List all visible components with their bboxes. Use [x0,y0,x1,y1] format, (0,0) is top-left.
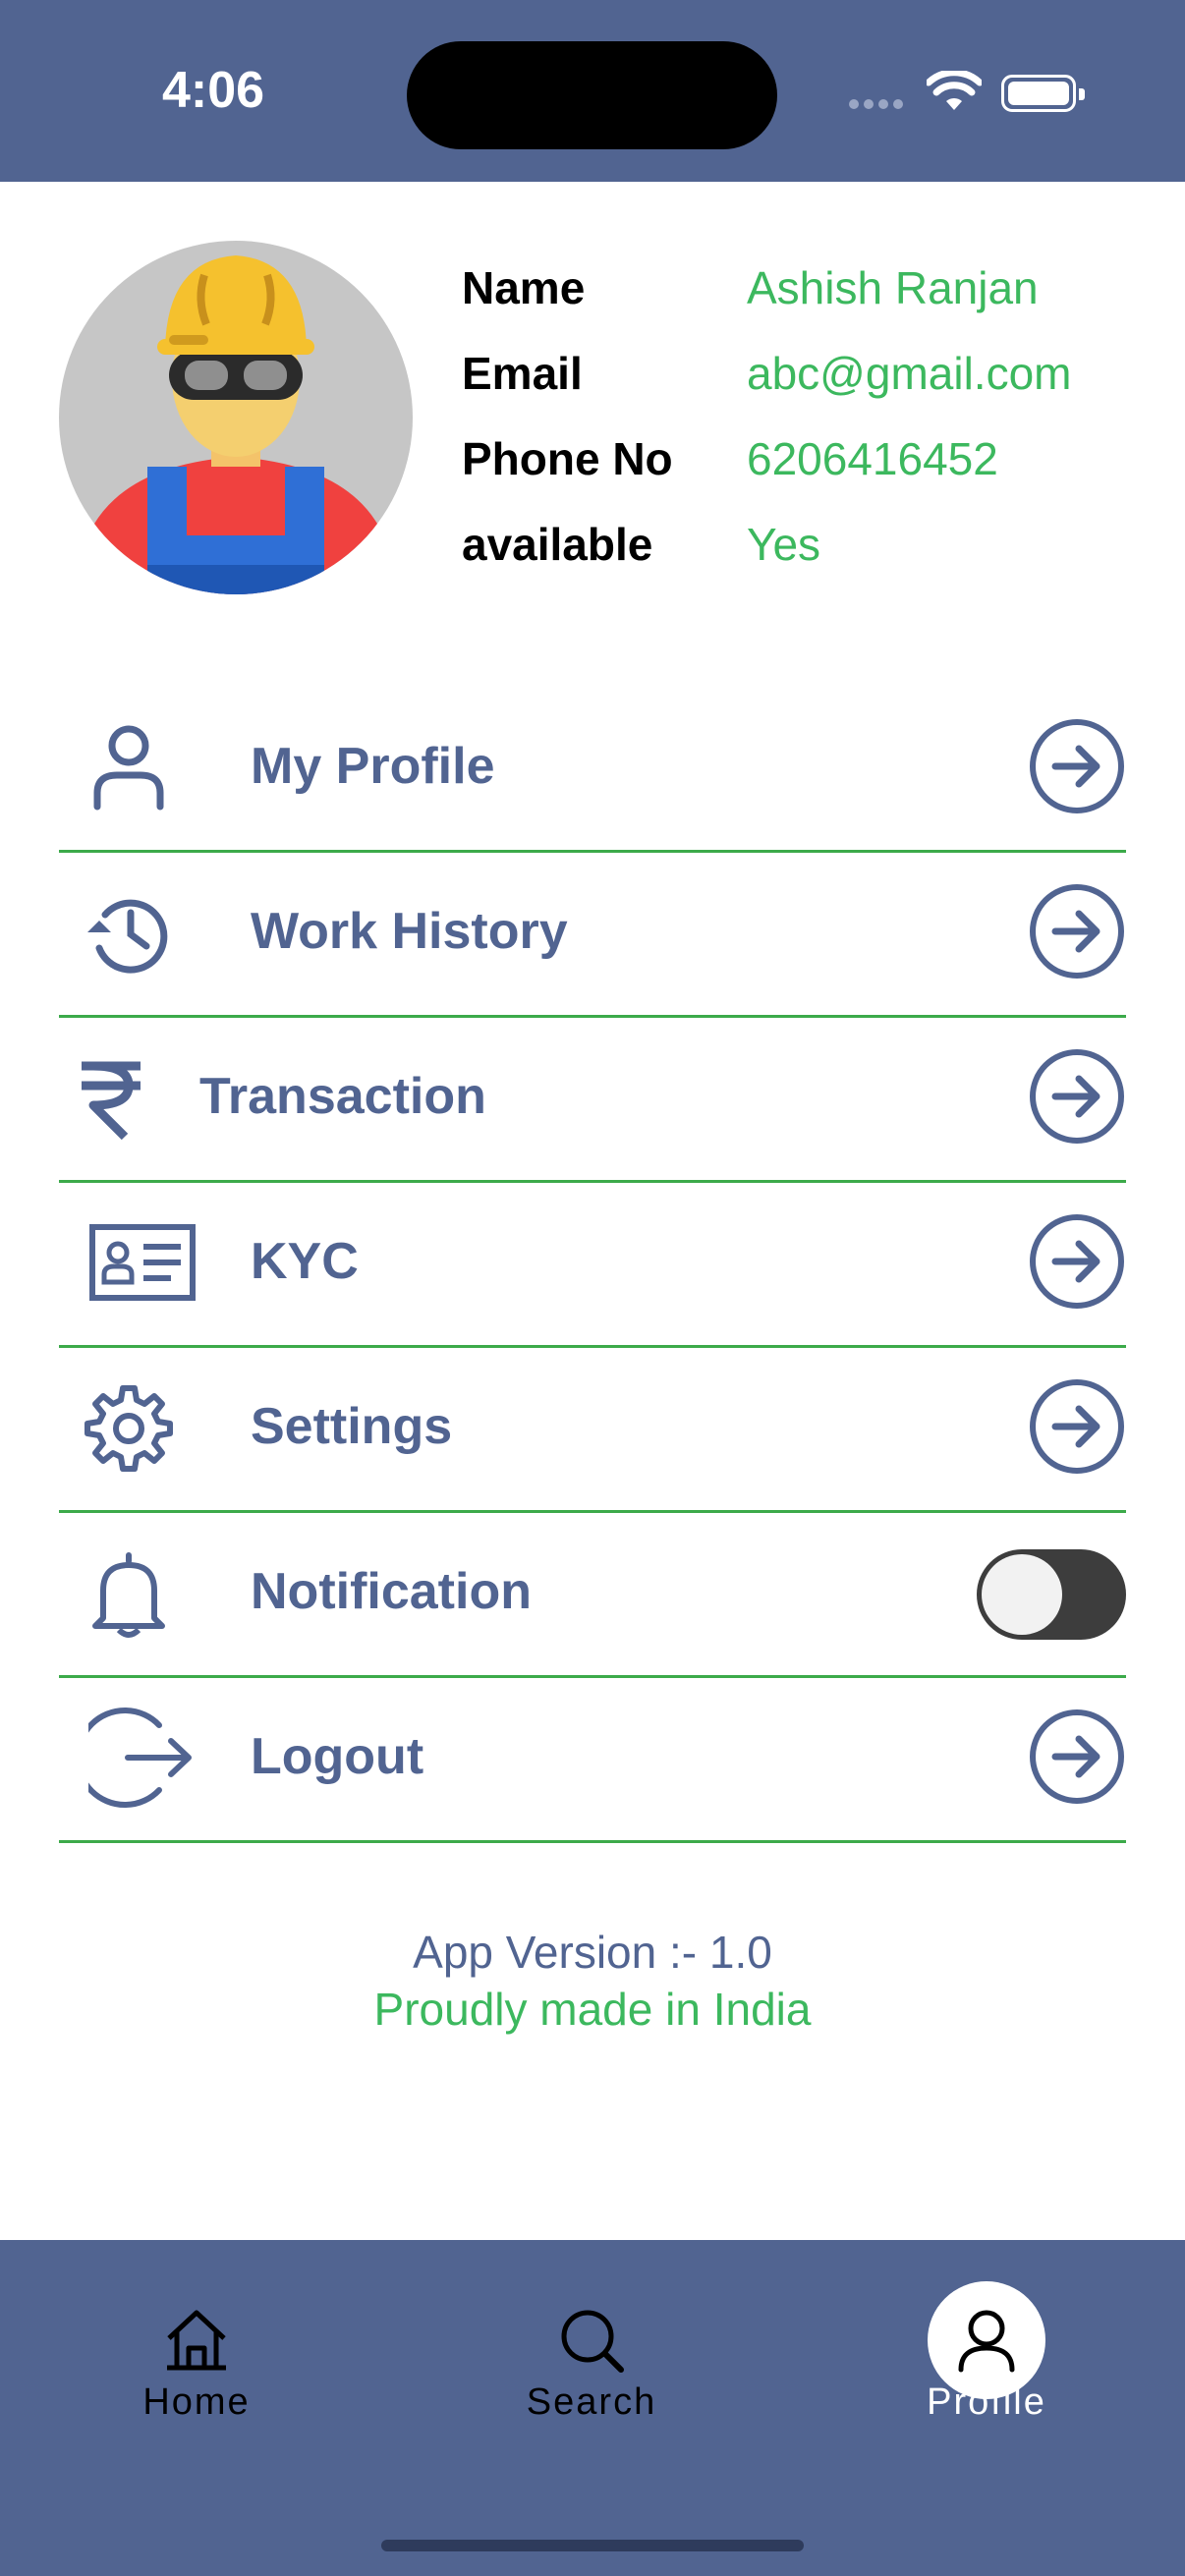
arrow-right-icon[interactable] [1028,1377,1126,1476]
arrow-right-icon[interactable] [1028,1708,1126,1806]
arrow-right-icon[interactable] [1028,1212,1126,1311]
arrow-right-icon[interactable] [1028,717,1126,815]
arrow-right-icon[interactable] [1028,882,1126,980]
menu-item-transaction[interactable]: Transaction [59,1018,1126,1183]
tab-label-home: Home [142,2381,251,2423]
user-icon [93,725,164,811]
available-value: Yes [747,519,821,570]
email-label: Email [462,348,583,399]
status-time: 4:06 [162,62,265,119]
gear-icon [85,1385,173,1472]
tab-search[interactable]: Search [444,2240,739,2476]
battery-icon [1001,75,1085,112]
menu-label-notification: Notification [251,1563,532,1620]
id-card-icon [89,1224,196,1301]
menu-item-logout[interactable]: Logout [59,1678,1126,1843]
tab-profile[interactable]: Profile [839,2240,1134,2476]
tab-label-search: Search [526,2381,657,2423]
menu-item-kyc[interactable]: KYC [59,1183,1126,1348]
name-value: Ashish Ranjan [747,262,1039,313]
menu-item-my-profile[interactable]: My Profile [59,688,1126,853]
bottom-tab-bar: Home Search Profile [0,2240,1185,2576]
avatar [59,241,413,594]
menu-item-notification: Notification [59,1513,1126,1678]
menu-label-my-profile: My Profile [251,738,495,795]
made-in-india: Proudly made in India [373,1984,812,2035]
menu-item-work-history[interactable]: Work History [59,853,1126,1018]
menu-label-work-history: Work History [251,903,568,960]
tab-label-profile: Profile [927,2381,1046,2423]
notification-toggle[interactable] [977,1549,1126,1640]
menu-label-logout: Logout [251,1728,424,1785]
toggle-knob [982,1554,1062,1635]
logout-icon [88,1708,192,1808]
profile-menu: My Profile Work History Transaction KYC … [59,688,1126,1843]
email-value: abc@gmail.com [747,348,1072,399]
available-label: available [462,519,653,570]
menu-label-kyc: KYC [251,1233,359,1290]
app-version: App Version :- 1.0 [413,1927,772,1978]
menu-item-settings[interactable]: Settings [59,1348,1126,1513]
signal-icon [849,96,908,109]
rupee-icon [82,1061,141,1141]
history-icon [87,899,168,974]
phone-value: 6206416452 [747,433,998,484]
name-label: Name [462,262,586,313]
dynamic-island [407,41,777,149]
tab-home[interactable]: Home [49,2240,344,2476]
menu-label-transaction: Transaction [199,1068,486,1125]
bell-icon [92,1552,165,1638]
arrow-right-icon[interactable] [1028,1047,1126,1146]
menu-label-settings: Settings [251,1398,453,1455]
status-bar: 4:06 [0,0,1185,182]
phone-label: Phone No [462,433,673,484]
home-indicator [381,2540,804,2551]
wifi-icon [927,71,982,110]
